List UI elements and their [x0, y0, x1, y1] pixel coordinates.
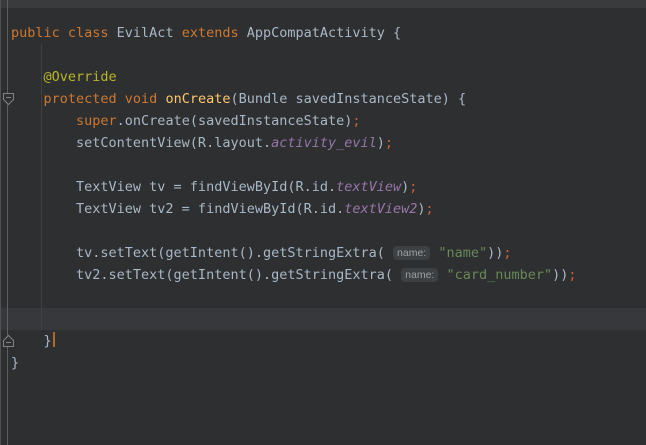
code-token: tv.setText(getIntent().getStringExtra(	[11, 245, 393, 261]
code-token: super	[76, 113, 117, 129]
code-line-13[interactable]	[11, 286, 646, 308]
code-token: EvilAct	[117, 25, 182, 41]
code-token: @Override	[44, 69, 117, 85]
code-token: }	[11, 355, 19, 371]
code-token: ;	[426, 201, 434, 217]
code-token: ;	[385, 135, 393, 151]
code-token: textView2	[344, 201, 417, 217]
parameter-hint-badge: name:	[393, 246, 430, 260]
editor-left-border	[0, 0, 1, 445]
code-token: TextView tv2 = findViewById(R.id.	[11, 201, 344, 217]
code-token: setContentView(R.layout.	[11, 135, 271, 151]
code-line-4[interactable]: protected void onCreate(Bundle savedInst…	[11, 88, 646, 110]
code-token: extends	[182, 25, 247, 41]
code-token: )	[417, 201, 425, 217]
code-line-10[interactable]	[11, 220, 646, 242]
code-token: )	[377, 135, 385, 151]
code-token	[11, 69, 44, 85]
code-token: }	[11, 333, 52, 349]
text-caret	[53, 332, 55, 347]
code-token: ))	[552, 267, 568, 283]
code-token: .onCreate(savedInstanceState)	[117, 113, 353, 129]
code-line-15[interactable]: }	[11, 330, 646, 352]
code-token: ;	[352, 113, 360, 129]
code-token: "card_number"	[446, 267, 552, 283]
code-token: public class	[11, 25, 117, 41]
code-token: protected void	[44, 91, 166, 107]
code-token: activity_evil	[271, 135, 377, 151]
code-token: AppCompatActivity {	[247, 25, 401, 41]
code-token: TextView tv = findViewById(R.id.	[11, 179, 336, 195]
code-token: onCreate	[165, 91, 230, 107]
code-token: tv2.setText(getIntent().getStringExtra(	[11, 267, 401, 283]
code-line-0[interactable]	[11, 0, 646, 22]
code-line-9[interactable]: TextView tv2 = findViewById(R.id.textVie…	[11, 198, 646, 220]
code-token: ))	[487, 245, 503, 261]
code-line-8[interactable]: TextView tv = findViewById(R.id.textView…	[11, 176, 646, 198]
code-line-6[interactable]: setContentView(R.layout.activity_evil);	[11, 132, 646, 154]
code-token	[11, 113, 76, 129]
code-token: ;	[409, 179, 417, 195]
code-line-12[interactable]: tv2.setText(getIntent().getStringExtra( …	[11, 264, 646, 286]
code-token: ;	[503, 245, 511, 261]
code-lines[interactable]: public class EvilAct extends AppCompatAc…	[11, 0, 646, 374]
code-line-3[interactable]: @Override	[11, 66, 646, 88]
parameter-hint-badge: name:	[401, 268, 438, 282]
code-token: ;	[568, 267, 576, 283]
code-line-1[interactable]: public class EvilAct extends AppCompatAc…	[11, 22, 646, 44]
code-line-16[interactable]: }	[11, 352, 646, 374]
code-token	[11, 91, 44, 107]
code-editor: public class EvilAct extends AppCompatAc…	[0, 0, 646, 445]
code-token: "name"	[438, 245, 487, 261]
code-line-2[interactable]	[11, 44, 646, 66]
code-token: textView	[336, 179, 401, 195]
gutter-fold-line	[7, 0, 8, 445]
code-line-5[interactable]: super.onCreate(savedInstanceState);	[11, 110, 646, 132]
code-token: (Bundle savedInstanceState) {	[230, 91, 466, 107]
code-line-11[interactable]: tv.setText(getIntent().getStringExtra( n…	[11, 242, 646, 264]
code-line-7[interactable]	[11, 154, 646, 176]
code-line-14[interactable]	[11, 308, 646, 330]
